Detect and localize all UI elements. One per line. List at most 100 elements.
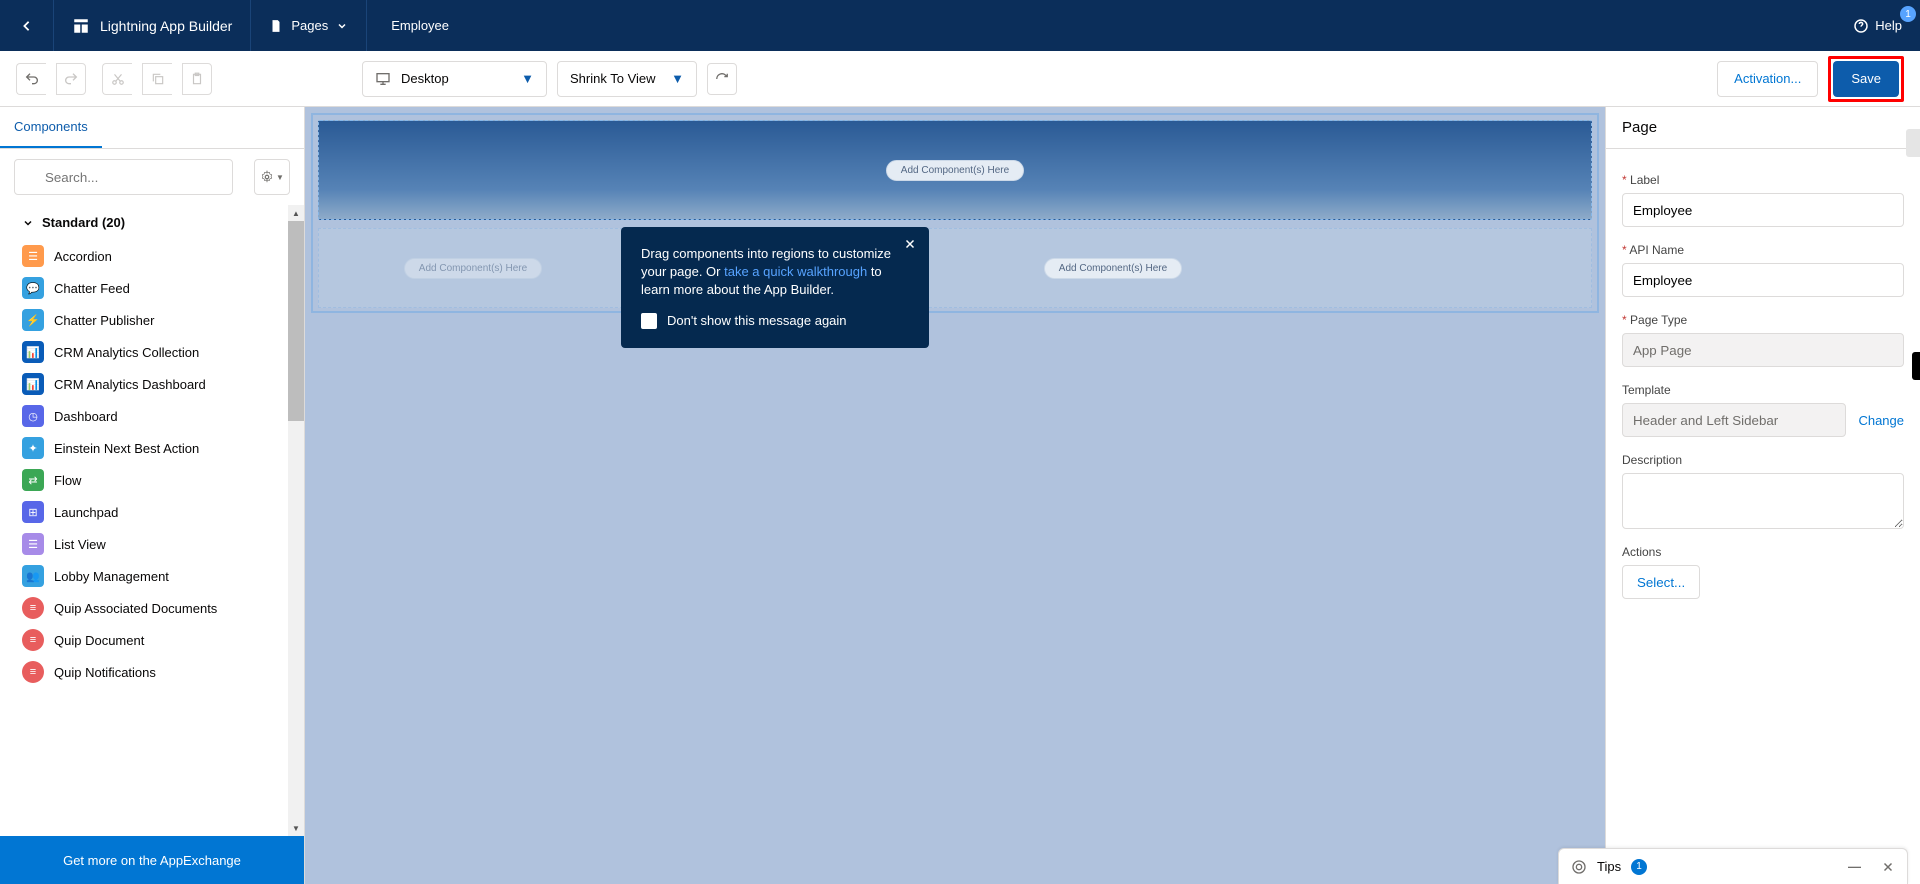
- close-icon: [903, 237, 917, 251]
- quip-icon: ≡: [22, 597, 44, 619]
- label-field-label: Label: [1622, 173, 1904, 187]
- save-button[interactable]: Save: [1833, 61, 1899, 97]
- search-row: ▼: [0, 149, 304, 205]
- action-bar: Desktop ▼ Shrink To View ▼ Activation...…: [0, 51, 1920, 107]
- app-icon: [72, 17, 90, 35]
- chevron-down-icon: [22, 217, 34, 229]
- refresh-button[interactable]: [707, 63, 737, 95]
- tips-count-badge: 1: [1631, 859, 1647, 875]
- redo-icon: [63, 71, 79, 87]
- scrollbar-thumb[interactable]: [288, 221, 304, 421]
- canvas-frame: Add Component(s) Here Add Component(s) H…: [311, 113, 1599, 313]
- component-accordion[interactable]: ☰Accordion: [0, 240, 304, 272]
- appexchange-link[interactable]: Get more on the AppExchange: [0, 836, 304, 884]
- component-crm-dashboard[interactable]: 📊CRM Analytics Dashboard: [0, 368, 304, 400]
- back-button[interactable]: [0, 0, 54, 51]
- chatter-feed-icon: 💬: [22, 277, 44, 299]
- quip-icon: ≡: [22, 661, 44, 683]
- question-icon: [1853, 18, 1869, 34]
- tips-label: Tips: [1597, 859, 1621, 874]
- analytics-collection-icon: 📊: [22, 341, 44, 363]
- current-page-name: Employee: [367, 0, 467, 51]
- save-highlight: Save: [1828, 56, 1904, 102]
- dont-show-label: Don't show this message again: [667, 312, 847, 330]
- api-name-label: API Name: [1622, 243, 1904, 257]
- component-launchpad[interactable]: ⊞Launchpad: [0, 496, 304, 528]
- zoom-label: Shrink To View: [570, 71, 656, 86]
- dont-show-checkbox[interactable]: [641, 313, 657, 329]
- properties-panel: Page Label API Name Page Type Template C…: [1605, 107, 1920, 884]
- select-actions-button[interactable]: Select...: [1622, 565, 1700, 599]
- components-list: Standard (20) ☰Accordion 💬Chatter Feed ⚡…: [0, 205, 304, 836]
- scroll-up-button[interactable]: ▲: [288, 205, 304, 221]
- analytics-dashboard-icon: 📊: [22, 373, 44, 395]
- tips-icon: [1571, 859, 1587, 875]
- refresh-icon: [715, 72, 729, 86]
- flow-icon: ⇄: [22, 469, 44, 491]
- api-name-input[interactable]: [1622, 263, 1904, 297]
- cut-button[interactable]: [102, 63, 132, 95]
- list-view-icon: ☰: [22, 533, 44, 555]
- component-lobby[interactable]: 👥Lobby Management: [0, 560, 304, 592]
- component-quip-docs[interactable]: ≡Quip Associated Documents: [0, 592, 304, 624]
- components-panel: Components ▼ Standard (20) ☰Accordion 💬C…: [0, 107, 305, 884]
- component-dashboard[interactable]: ◷Dashboard: [0, 400, 304, 432]
- copy-button[interactable]: [142, 63, 172, 95]
- quip-icon: ≡: [22, 629, 44, 651]
- main-layout: Components ▼ Standard (20) ☰Accordion 💬C…: [0, 107, 1920, 884]
- pages-dropdown[interactable]: Pages: [251, 0, 367, 51]
- walkthrough-link[interactable]: take a quick walkthrough: [724, 264, 867, 279]
- close-tips-button[interactable]: [1881, 860, 1895, 874]
- desktop-icon: [375, 71, 391, 87]
- template-label: Template: [1622, 383, 1904, 397]
- minimize-button[interactable]: —: [1848, 859, 1861, 874]
- canvas-columns: Add Component(s) Here Add Component(s) H…: [318, 228, 1592, 308]
- section-standard[interactable]: Standard (20): [0, 205, 304, 240]
- properties-form: Label API Name Page Type Template Change…: [1606, 149, 1920, 613]
- redo-button[interactable]: [56, 63, 86, 95]
- left-tabs: Components: [0, 107, 304, 149]
- collapse-handle[interactable]: [1906, 129, 1920, 157]
- undo-icon: [24, 71, 40, 87]
- paste-icon: [190, 72, 204, 86]
- device-label: Desktop: [401, 71, 449, 86]
- change-template-link[interactable]: Change: [1858, 413, 1904, 428]
- description-label: Description: [1622, 453, 1904, 467]
- properties-title: Page: [1606, 107, 1920, 149]
- canvas-left-region[interactable]: Add Component(s) Here: [318, 228, 628, 308]
- component-chatter-publisher[interactable]: ⚡Chatter Publisher: [0, 304, 304, 336]
- page-type-label: Page Type: [1622, 313, 1904, 327]
- activation-button[interactable]: Activation...: [1717, 61, 1818, 97]
- tab-components[interactable]: Components: [0, 107, 102, 148]
- page-icon: [269, 19, 283, 33]
- component-crm-collection[interactable]: 📊CRM Analytics Collection: [0, 336, 304, 368]
- device-select[interactable]: Desktop ▼: [362, 61, 547, 97]
- canvas-header-region[interactable]: Add Component(s) Here: [318, 120, 1592, 220]
- component-einstein[interactable]: ✦Einstein Next Best Action: [0, 432, 304, 464]
- description-input[interactable]: [1622, 473, 1904, 529]
- dashboard-icon: ◷: [22, 405, 44, 427]
- help-button[interactable]: Help 1: [1835, 0, 1920, 51]
- component-flow[interactable]: ⇄Flow: [0, 464, 304, 496]
- copy-icon: [151, 72, 165, 86]
- settings-button[interactable]: ▼: [254, 159, 290, 195]
- close-icon: [1881, 860, 1895, 874]
- label-input[interactable]: [1622, 193, 1904, 227]
- component-quip-document[interactable]: ≡Quip Document: [0, 624, 304, 656]
- close-button[interactable]: [903, 237, 917, 251]
- zoom-select[interactable]: Shrink To View ▼: [557, 61, 697, 97]
- chevron-down-icon: [336, 20, 348, 32]
- undo-button[interactable]: [16, 63, 46, 95]
- add-component-pill: Add Component(s) Here: [886, 160, 1024, 181]
- component-list-view[interactable]: ☰List View: [0, 528, 304, 560]
- component-quip-notifications[interactable]: ≡Quip Notifications: [0, 656, 304, 688]
- paste-button[interactable]: [182, 63, 212, 95]
- component-chatter-feed[interactable]: 💬Chatter Feed: [0, 272, 304, 304]
- help-badge: 1: [1900, 6, 1916, 22]
- gear-icon: [260, 170, 274, 184]
- tips-bar[interactable]: Tips 1 —: [1558, 848, 1908, 884]
- scroll-down-button[interactable]: ▼: [288, 820, 304, 836]
- page-type-input: [1622, 333, 1904, 367]
- side-handle[interactable]: [1912, 352, 1920, 380]
- search-input[interactable]: [14, 159, 233, 195]
